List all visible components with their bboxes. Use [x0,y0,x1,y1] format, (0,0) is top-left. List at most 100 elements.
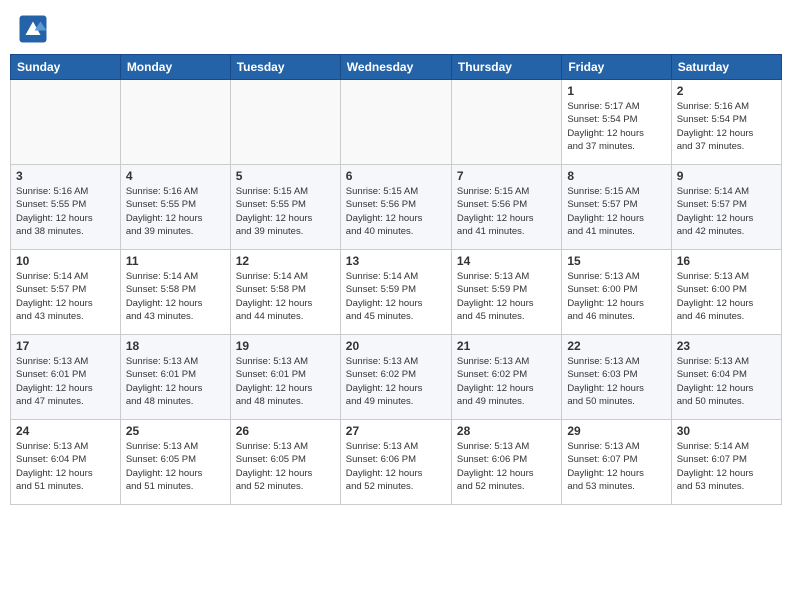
weekday-header-monday: Monday [120,55,230,80]
day-info: Sunrise: 5:13 AM Sunset: 6:00 PM Dayligh… [677,270,776,323]
day-number: 21 [457,339,556,353]
day-info: Sunrise: 5:14 AM Sunset: 5:58 PM Dayligh… [126,270,225,323]
day-number: 25 [126,424,225,438]
day-number: 23 [677,339,776,353]
calendar-cell: 7 Sunrise: 5:15 AM Sunset: 5:56 PM Daylig… [451,165,561,250]
calendar-cell [451,80,561,165]
calendar-week-row: 24 Sunrise: 5:13 AM Sunset: 6:04 PM Dayli… [11,420,782,505]
calendar-cell: 26 Sunrise: 5:13 AM Sunset: 6:05 PM Dayli… [230,420,340,505]
day-info: Sunrise: 5:13 AM Sunset: 5:59 PM Dayligh… [457,270,556,323]
day-info: Sunrise: 5:16 AM Sunset: 5:54 PM Dayligh… [677,100,776,153]
calendar-cell: 9 Sunrise: 5:14 AM Sunset: 5:57 PM Daylig… [671,165,781,250]
day-number: 22 [567,339,665,353]
weekday-header-saturday: Saturday [671,55,781,80]
day-info: Sunrise: 5:15 AM Sunset: 5:56 PM Dayligh… [457,185,556,238]
day-number: 24 [16,424,115,438]
calendar-cell: 21 Sunrise: 5:13 AM Sunset: 6:02 PM Dayli… [451,335,561,420]
day-number: 28 [457,424,556,438]
day-info: Sunrise: 5:13 AM Sunset: 6:06 PM Dayligh… [346,440,446,493]
calendar-table: SundayMondayTuesdayWednesdayThursdayFrid… [10,54,782,505]
day-number: 20 [346,339,446,353]
day-number: 10 [16,254,115,268]
day-number: 17 [16,339,115,353]
day-number: 19 [236,339,335,353]
calendar-cell: 14 Sunrise: 5:13 AM Sunset: 5:59 PM Dayli… [451,250,561,335]
day-number: 1 [567,84,665,98]
day-info: Sunrise: 5:17 AM Sunset: 5:54 PM Dayligh… [567,100,665,153]
calendar-week-row: 3Sunrise: 5:16 AM Sunset: 5:55 PM Daylig… [11,165,782,250]
day-info: Sunrise: 5:13 AM Sunset: 6:04 PM Dayligh… [677,355,776,408]
calendar-cell: 23 Sunrise: 5:13 AM Sunset: 6:04 PM Dayli… [671,335,781,420]
day-number: 2 [677,84,776,98]
day-number: 14 [457,254,556,268]
calendar-cell: 20Sunrise: 5:13 AM Sunset: 6:02 PM Dayli… [340,335,451,420]
day-number: 26 [236,424,335,438]
calendar-cell: 27Sunrise: 5:13 AM Sunset: 6:06 PM Dayli… [340,420,451,505]
day-info: Sunrise: 5:13 AM Sunset: 6:02 PM Dayligh… [457,355,556,408]
day-info: Sunrise: 5:13 AM Sunset: 6:03 PM Dayligh… [567,355,665,408]
day-number: 11 [126,254,225,268]
calendar-header-row: SundayMondayTuesdayWednesdayThursdayFrid… [11,55,782,80]
day-info: Sunrise: 5:15 AM Sunset: 5:55 PM Dayligh… [236,185,335,238]
calendar-cell: 15 Sunrise: 5:13 AM Sunset: 6:00 PM Dayli… [562,250,671,335]
day-number: 30 [677,424,776,438]
day-info: Sunrise: 5:13 AM Sunset: 6:00 PM Dayligh… [567,270,665,323]
calendar-cell: 18Sunrise: 5:13 AM Sunset: 6:01 PM Dayli… [120,335,230,420]
calendar-cell: 5Sunrise: 5:15 AM Sunset: 5:55 PM Daylig… [230,165,340,250]
calendar-cell: 13 Sunrise: 5:14 AM Sunset: 5:59 PM Dayli… [340,250,451,335]
calendar-cell: 28 Sunrise: 5:13 AM Sunset: 6:06 PM Dayli… [451,420,561,505]
day-info: Sunrise: 5:13 AM Sunset: 6:05 PM Dayligh… [126,440,225,493]
calendar-cell: 30 Sunrise: 5:14 AM Sunset: 6:07 PM Dayli… [671,420,781,505]
calendar-cell [11,80,121,165]
day-info: Sunrise: 5:13 AM Sunset: 6:01 PM Dayligh… [126,355,225,408]
calendar-cell: 17 Sunrise: 5:13 AM Sunset: 6:01 PM Dayli… [11,335,121,420]
day-info: Sunrise: 5:13 AM Sunset: 6:04 PM Dayligh… [16,440,115,493]
day-info: Sunrise: 5:13 AM Sunset: 6:06 PM Dayligh… [457,440,556,493]
calendar-cell: 10 Sunrise: 5:14 AM Sunset: 5:57 PM Dayli… [11,250,121,335]
day-number: 13 [346,254,446,268]
day-number: 29 [567,424,665,438]
logo-icon [18,14,48,44]
day-number: 6 [346,169,446,183]
day-info: Sunrise: 5:14 AM Sunset: 5:57 PM Dayligh… [16,270,115,323]
calendar-cell: 8 Sunrise: 5:15 AM Sunset: 5:57 PM Daylig… [562,165,671,250]
day-number: 7 [457,169,556,183]
calendar-week-row: 1 Sunrise: 5:17 AM Sunset: 5:54 PM Daylig… [11,80,782,165]
weekday-header-friday: Friday [562,55,671,80]
calendar-cell: 19 Sunrise: 5:13 AM Sunset: 6:01 PM Dayli… [230,335,340,420]
calendar-cell: 4Sunrise: 5:16 AM Sunset: 5:55 PM Daylig… [120,165,230,250]
day-number: 9 [677,169,776,183]
day-info: Sunrise: 5:13 AM Sunset: 6:07 PM Dayligh… [567,440,665,493]
calendar-cell: 1 Sunrise: 5:17 AM Sunset: 5:54 PM Daylig… [562,80,671,165]
day-number: 4 [126,169,225,183]
calendar-cell: 29 Sunrise: 5:13 AM Sunset: 6:07 PM Dayli… [562,420,671,505]
calendar-week-row: 17 Sunrise: 5:13 AM Sunset: 6:01 PM Dayli… [11,335,782,420]
calendar-cell: 25 Sunrise: 5:13 AM Sunset: 6:05 PM Dayli… [120,420,230,505]
day-info: Sunrise: 5:15 AM Sunset: 5:57 PM Dayligh… [567,185,665,238]
calendar-cell: 22 Sunrise: 5:13 AM Sunset: 6:03 PM Dayli… [562,335,671,420]
calendar-cell: 2 Sunrise: 5:16 AM Sunset: 5:54 PM Daylig… [671,80,781,165]
day-number: 8 [567,169,665,183]
day-info: Sunrise: 5:14 AM Sunset: 5:57 PM Dayligh… [677,185,776,238]
day-info: Sunrise: 5:16 AM Sunset: 5:55 PM Dayligh… [16,185,115,238]
calendar-cell [120,80,230,165]
day-info: Sunrise: 5:14 AM Sunset: 6:07 PM Dayligh… [677,440,776,493]
calendar-cell [340,80,451,165]
calendar-cell: 16 Sunrise: 5:13 AM Sunset: 6:00 PM Dayli… [671,250,781,335]
calendar-cell: 6 Sunrise: 5:15 AM Sunset: 5:56 PM Daylig… [340,165,451,250]
day-info: Sunrise: 5:14 AM Sunset: 5:58 PM Dayligh… [236,270,335,323]
calendar-week-row: 10 Sunrise: 5:14 AM Sunset: 5:57 PM Dayli… [11,250,782,335]
calendar-cell: 3Sunrise: 5:16 AM Sunset: 5:55 PM Daylig… [11,165,121,250]
day-number: 15 [567,254,665,268]
day-number: 16 [677,254,776,268]
calendar-cell: 12 Sunrise: 5:14 AM Sunset: 5:58 PM Dayli… [230,250,340,335]
day-number: 12 [236,254,335,268]
day-info: Sunrise: 5:14 AM Sunset: 5:59 PM Dayligh… [346,270,446,323]
weekday-header-sunday: Sunday [11,55,121,80]
day-info: Sunrise: 5:13 AM Sunset: 6:05 PM Dayligh… [236,440,335,493]
day-info: Sunrise: 5:13 AM Sunset: 6:01 PM Dayligh… [16,355,115,408]
weekday-header-wednesday: Wednesday [340,55,451,80]
page-header [10,10,782,48]
day-info: Sunrise: 5:13 AM Sunset: 6:01 PM Dayligh… [236,355,335,408]
day-info: Sunrise: 5:15 AM Sunset: 5:56 PM Dayligh… [346,185,446,238]
